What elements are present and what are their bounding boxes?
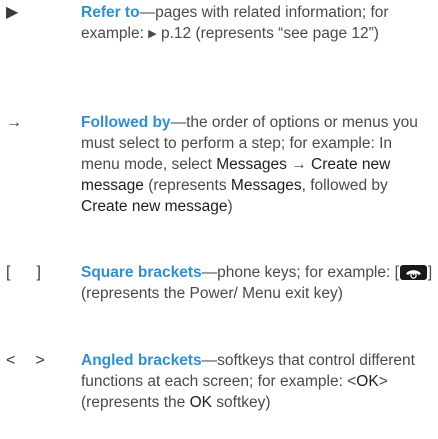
- square-bracket-right: ]: [36, 264, 41, 281]
- followed-by-text-mid: (represents: [143, 177, 231, 194]
- followed-by-description: Followed by—the order of options or menu…: [81, 112, 433, 217]
- square-brackets-symbol: []: [6, 262, 76, 283]
- ui-label-ok-2: OK: [189, 394, 212, 411]
- refer-to-symbol: ▶: [6, 4, 19, 21]
- play-triangle-icon: ▶: [148, 28, 157, 40]
- square-bracket-left: [: [6, 264, 11, 281]
- followed-by-text-mid2: , followed by: [301, 177, 388, 194]
- angled-brackets-description: Angled brackets—softkeys that control di…: [81, 350, 433, 413]
- ui-label-messages: Messages: [216, 156, 287, 173]
- angle-bracket-right: >: [35, 352, 45, 369]
- angle-bracket-left: <: [6, 352, 16, 369]
- power-end-key-icon: [399, 265, 427, 280]
- angled-brackets-text-after: softkey): [211, 394, 271, 411]
- ui-label-create-new-message-2: Create new message: [81, 198, 228, 215]
- followed-by-term: Followed by: [81, 114, 171, 131]
- arrow-separator: →: [286, 156, 312, 173]
- followed-by-text-after: ): [227, 198, 233, 215]
- convention-list: ▶ Refer to—pages with related informatio…: [0, 0, 438, 439]
- square-brackets-text-before: —phone keys; for example: [: [201, 264, 399, 281]
- square-brackets-description: Square brackets—phone keys; for example:…: [81, 262, 433, 304]
- refer-to-description: Refer to—pages with related information;…: [81, 2, 433, 46]
- ui-label-ok: OK: [356, 373, 379, 390]
- square-brackets-term: Square brackets: [81, 264, 202, 281]
- angled-brackets-term: Angled brackets: [81, 352, 202, 369]
- refer-to-text-after: p.12 (represents “see page 12”): [156, 25, 379, 42]
- ui-label-messages-2: Messages: [230, 177, 302, 194]
- followed-by-symbol: →: [6, 114, 22, 131]
- refer-to-term: Refer to: [81, 4, 140, 21]
- angled-brackets-symbol: < >: [6, 350, 76, 371]
